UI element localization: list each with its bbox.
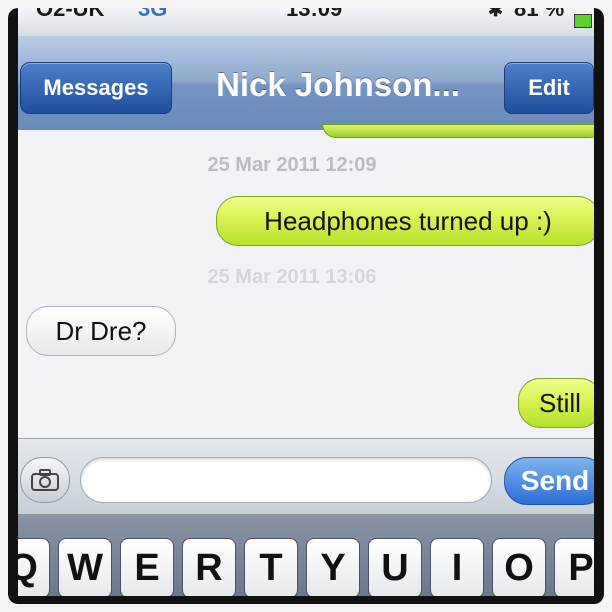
key-t[interactable]: T bbox=[244, 538, 298, 596]
navigation-bar: Messages Nick Johnson... Edit bbox=[18, 36, 594, 131]
status-time: 13:09 bbox=[286, 8, 343, 21]
camera-icon bbox=[31, 469, 59, 491]
key-i[interactable]: I bbox=[430, 538, 484, 596]
sent-message-bubble[interactable]: Still bbox=[518, 378, 594, 428]
message-timestamp: 25 Mar 2011 12:09 bbox=[207, 154, 377, 176]
message-timestamp: 25 Mar 2011 13:06 bbox=[207, 266, 377, 288]
status-bar: O2-UK 3G 13:09 ✱ 81 % bbox=[18, 8, 594, 36]
compose-bar: Send bbox=[18, 438, 594, 515]
message-input[interactable] bbox=[80, 457, 492, 503]
send-button[interactable]: Send bbox=[504, 457, 594, 505]
key-r[interactable]: R bbox=[182, 538, 236, 596]
key-o[interactable]: O bbox=[492, 538, 546, 596]
key-w[interactable]: W bbox=[58, 538, 112, 596]
edit-button[interactable]: Edit bbox=[504, 62, 594, 114]
conversation-view[interactable]: 25 Mar 2011 12:09 Headphones turned up :… bbox=[18, 124, 594, 446]
sent-message-bubble[interactable]: Headphones turned up :) bbox=[216, 196, 594, 246]
carrier-label: O2-UK bbox=[36, 8, 105, 21]
keyboard: Q W E R T Y U I O P bbox=[18, 514, 594, 596]
key-q[interactable]: Q bbox=[18, 538, 50, 596]
bluetooth-icon: ✱ bbox=[488, 8, 504, 20]
battery-icon bbox=[574, 14, 592, 28]
key-u[interactable]: U bbox=[368, 538, 422, 596]
phone-screen: O2-UK 3G 13:09 ✱ 81 % Messages Nick John… bbox=[18, 8, 594, 596]
battery-percent: 81 % bbox=[514, 8, 565, 21]
key-p[interactable]: P bbox=[554, 538, 594, 596]
photo-frame: O2-UK 3G 13:09 ✱ 81 % Messages Nick John… bbox=[8, 8, 604, 604]
key-y[interactable]: Y bbox=[306, 538, 360, 596]
network-type: 3G bbox=[138, 8, 168, 21]
key-e[interactable]: E bbox=[120, 538, 174, 596]
received-message-bubble[interactable]: Dr Dre? bbox=[26, 306, 176, 356]
conversation-title: Nick Johnson... bbox=[216, 66, 460, 103]
camera-button[interactable] bbox=[20, 457, 70, 503]
previous-message-bubble bbox=[322, 124, 594, 138]
messages-back-button[interactable]: Messages bbox=[20, 62, 172, 114]
